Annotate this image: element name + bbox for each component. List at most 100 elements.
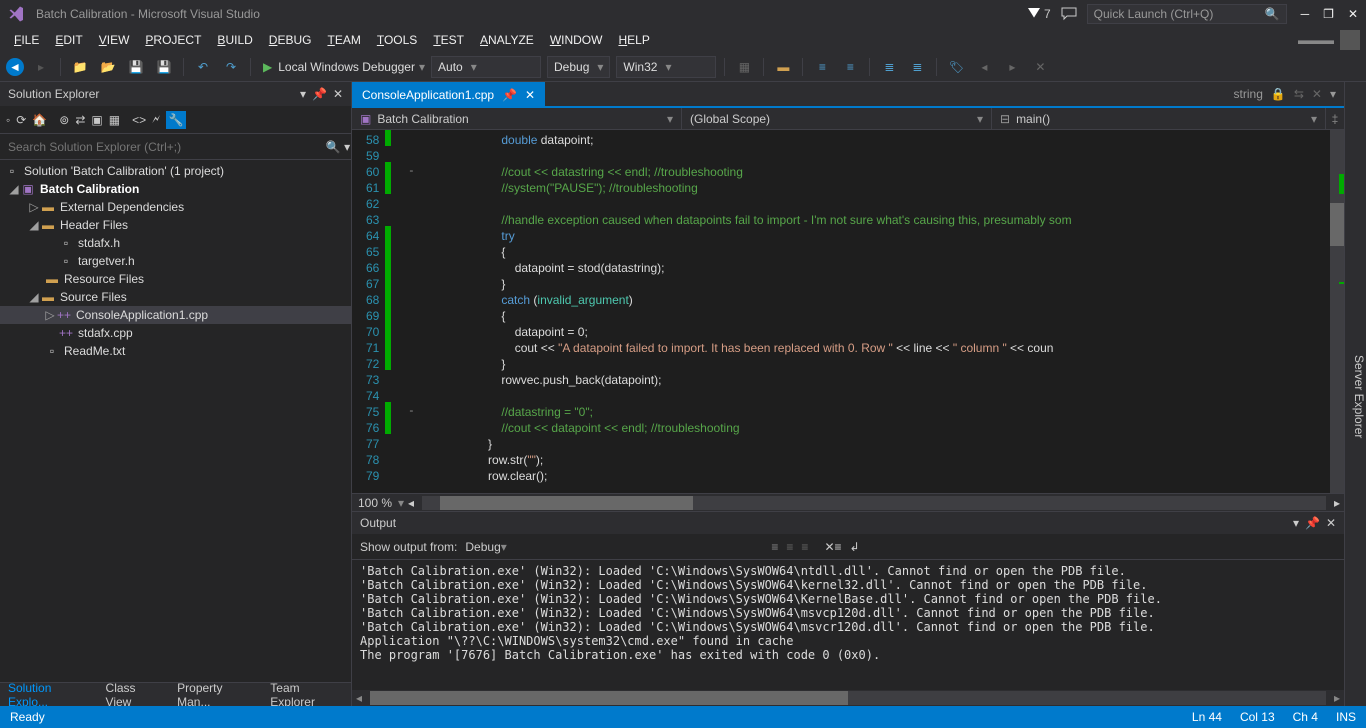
expand-icon[interactable]: ◢	[8, 182, 20, 196]
redo-button[interactable]: ↷	[220, 56, 242, 78]
sync-icon[interactable]: ⊚	[59, 113, 69, 127]
notification-indicator[interactable]: 7	[1028, 7, 1051, 21]
menu-tools[interactable]: TOOLS	[369, 31, 425, 49]
output-tool-3[interactable]: ≡	[801, 540, 808, 554]
comment-icon[interactable]: ≣	[878, 56, 900, 78]
debug-target-combo[interactable]: Auto▾	[431, 56, 541, 78]
home-icon-2[interactable]: 🏠	[32, 113, 47, 127]
output-text[interactable]: 'Batch Calibration.exe' (Win32): Loaded …	[352, 560, 1344, 690]
show-output-combo[interactable]: Debug▾	[465, 540, 755, 554]
show-all-icon[interactable]: ▦	[109, 113, 120, 127]
indent-left-icon[interactable]: ≡	[811, 56, 833, 78]
vertical-scrollbar[interactable]	[1330, 130, 1344, 493]
tree-item-selected[interactable]: ▷++ConsoleApplication1.cpp	[0, 306, 351, 324]
menu-project[interactable]: PROJECT	[137, 31, 209, 49]
menu-window[interactable]: WINDOW	[542, 31, 611, 49]
panel-close-icon[interactable]: ✕	[333, 87, 343, 101]
header-files[interactable]: ◢▬Header Files	[0, 216, 351, 234]
scroll-right-icon[interactable]: ▸	[1330, 496, 1344, 510]
new-project-button[interactable]: 📁	[69, 56, 91, 78]
collapse-icon[interactable]: ▣	[91, 113, 102, 127]
config-combo[interactable]: Debug▾	[547, 56, 610, 78]
quick-launch-input[interactable]: Quick Launch (Ctrl+Q) 🔍	[1087, 4, 1287, 24]
split-icon[interactable]: ‡	[1326, 112, 1344, 126]
document-tab-active[interactable]: ConsoleApplication1.cpp 📌 ✕	[352, 82, 545, 106]
menu-edit[interactable]: EDIT	[47, 31, 90, 49]
close-tab-icon[interactable]: ✕	[525, 88, 535, 102]
close-button[interactable]: ✕	[1348, 7, 1358, 21]
properties-icon[interactable]: 🗲	[152, 112, 160, 127]
pin-icon[interactable]: 📌	[312, 87, 327, 101]
nav-back-button[interactable]: ◄	[6, 58, 24, 76]
output-tool-2[interactable]: ≡	[786, 540, 793, 554]
swap-icon[interactable]: ⇆	[1294, 87, 1304, 101]
expand-icon[interactable]: ◢	[28, 218, 40, 232]
menu-team[interactable]: TEAM	[319, 31, 368, 49]
expand-icon[interactable]: ◢	[28, 290, 40, 304]
expand-icon[interactable]: ▷	[28, 200, 40, 214]
tree-item[interactable]: ++stdafx.cpp	[0, 324, 351, 342]
scope-function-combo[interactable]: ⊟main()▾	[992, 108, 1326, 129]
tree-item[interactable]: ▫stdafx.h	[0, 234, 351, 252]
menu-file[interactable]: FILE	[6, 31, 47, 49]
platform-combo[interactable]: Win32▾	[616, 56, 716, 78]
scope-project-combo[interactable]: ▣Batch Calibration▾	[352, 108, 682, 129]
tab-server-explorer[interactable]: Server Explorer	[1352, 355, 1366, 438]
open-button[interactable]: 📂	[97, 56, 119, 78]
menu-build[interactable]: BUILD	[209, 31, 260, 49]
horizontal-scrollbar[interactable]	[422, 496, 1326, 510]
menu-analyze[interactable]: ANALYZE	[472, 31, 542, 49]
solution-search-input[interactable]	[0, 134, 325, 159]
scroll-right-icon[interactable]: ▸	[1330, 691, 1344, 705]
restore-button[interactable]: ❐	[1323, 7, 1334, 21]
wrap-icon[interactable]: ↲	[850, 540, 860, 554]
tool-icon-1[interactable]: ▦	[733, 56, 755, 78]
close-all-icon[interactable]: ✕	[1312, 87, 1322, 101]
feedback-icon[interactable]	[1061, 7, 1077, 21]
code-icon[interactable]: <>	[132, 113, 146, 127]
indent-right-icon[interactable]: ≡	[839, 56, 861, 78]
minimize-button[interactable]: ─	[1301, 7, 1310, 21]
panel-close-icon[interactable]: ✕	[1326, 516, 1336, 530]
refresh-icon[interactable]: ⇄	[75, 113, 85, 127]
bookmark-next-icon[interactable]: ▸	[1001, 56, 1023, 78]
menu-debug[interactable]: DEBUG	[261, 31, 320, 49]
zoom-level[interactable]: 100 %	[352, 496, 398, 510]
tab-solution-explorer[interactable]: Solution Explo...	[0, 683, 98, 706]
panel-menu-icon[interactable]: ▾	[1293, 516, 1299, 530]
save-button[interactable]: 💾	[125, 56, 147, 78]
tab-team-explorer[interactable]: Team Explorer	[262, 683, 351, 706]
bookmark-clear-icon[interactable]: ✕	[1029, 56, 1051, 78]
tab-class-view[interactable]: Class View	[98, 683, 170, 706]
menu-view[interactable]: VIEW	[91, 31, 138, 49]
output-tool-1[interactable]: ≡	[771, 540, 778, 554]
user-avatar[interactable]	[1340, 30, 1360, 50]
scroll-left-icon[interactable]: ◂	[352, 691, 366, 705]
tab-property-manager[interactable]: Property Man...	[169, 683, 262, 706]
start-debug-button[interactable]: ▶	[263, 60, 272, 74]
code-editor[interactable]: 5859606162636465666768697071727374757677…	[352, 130, 1344, 493]
tree-item[interactable]: ▫targetver.h	[0, 252, 351, 270]
bookmark-prev-icon[interactable]: ◂	[973, 56, 995, 78]
external-deps[interactable]: ▷▬External Dependencies	[0, 198, 351, 216]
scope-global-combo[interactable]: (Global Scope)▾	[682, 108, 992, 129]
tool-icon-2[interactable]: ▬	[772, 56, 794, 78]
clear-output-icon[interactable]: ✕≡	[824, 540, 841, 554]
tree-item[interactable]: ▫ReadMe.txt	[0, 342, 351, 360]
pin-tab-icon[interactable]: 📌	[502, 88, 517, 102]
panel-menu-icon[interactable]: ▾	[300, 87, 306, 101]
menu-test[interactable]: TEST	[425, 31, 472, 49]
debugger-target[interactable]: Local Windows Debugger ▾	[278, 60, 425, 74]
source-files[interactable]: ◢▬Source Files	[0, 288, 351, 306]
search-icon[interactable]: 🔍 ▾	[325, 140, 351, 154]
bookmark-icon[interactable]: 🏷	[945, 56, 967, 78]
save-all-button[interactable]: 💾	[153, 56, 175, 78]
menu-help[interactable]: HELP	[610, 31, 657, 49]
pin-icon[interactable]: 📌	[1305, 516, 1320, 530]
solution-root[interactable]: ▫Solution 'Batch Calibration' (1 project…	[0, 162, 351, 180]
undo-button[interactable]: ↶	[192, 56, 214, 78]
home-icon[interactable]: ◦	[6, 113, 10, 127]
nav-history-combo[interactable]: string	[1234, 87, 1263, 101]
resource-files[interactable]: ▬Resource Files	[0, 270, 351, 288]
uncomment-icon[interactable]: ≣	[906, 56, 928, 78]
